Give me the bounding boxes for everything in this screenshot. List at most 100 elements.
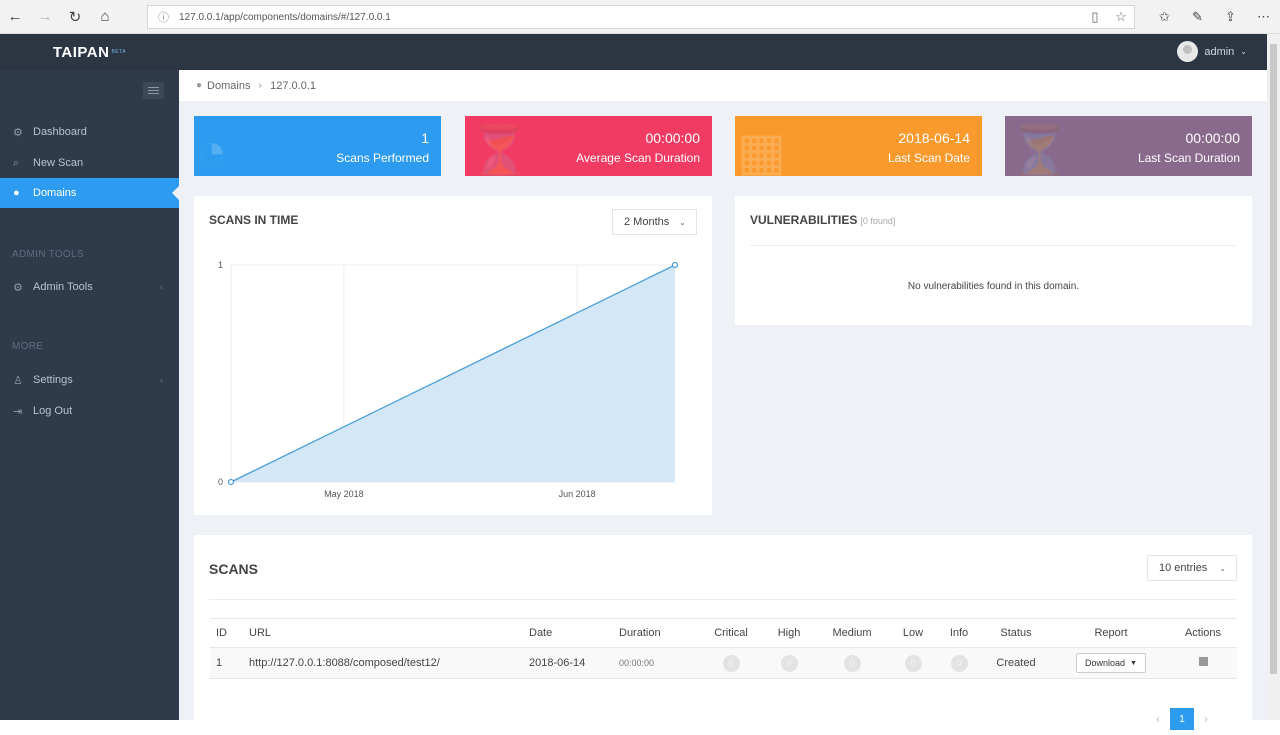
sidebar-item-label: Log Out [33, 405, 73, 417]
cell-info: 0 [939, 647, 979, 679]
gear-icon: ⚙ [13, 281, 23, 294]
cell-medium: 0 [817, 647, 887, 679]
forward-icon[interactable]: → [30, 2, 60, 32]
sidebar-item-settings[interactable]: ♙ Settings ‹ [0, 365, 179, 395]
x-tick-label: Jun 2018 [559, 489, 596, 499]
column-header[interactable]: Info [939, 618, 979, 648]
dashboard-icon: ⚙ [13, 126, 23, 139]
download-report-button[interactable]: Download ▼ [1076, 653, 1146, 673]
sidebar-item-label: Dashboard [33, 126, 87, 138]
column-header[interactable]: Critical [701, 618, 761, 648]
user-menu[interactable]: admin ⌄ [1177, 41, 1247, 62]
breadcrumb: ● Domains › 127.0.0.1 [179, 70, 1267, 101]
y-tick-label: 0 [218, 477, 223, 487]
search-icon: ⌕ [13, 156, 20, 169]
pagination-prev[interactable]: ‹ [1146, 708, 1170, 730]
favorites-icon[interactable]: ✩ [1148, 9, 1181, 25]
refresh-icon[interactable]: ↻ [60, 2, 90, 32]
sidebar-item-log-out[interactable]: ⇥ Log Out [0, 396, 179, 426]
cell-url: http://127.0.0.1:8088/composed/test12/ [243, 647, 523, 679]
stat-card-last-scan-date: ▦ 2018-06-14 Last Scan Date [735, 116, 982, 176]
column-header[interactable]: Medium [817, 618, 887, 648]
sidebar-item-new-scan[interactable]: ⌕ New Scan [0, 148, 179, 178]
scrollbar-thumb[interactable] [1270, 44, 1277, 674]
column-header[interactable]: Actions [1169, 618, 1237, 648]
sidebar-section-admin-tools: ADMIN TOOLS [12, 249, 84, 260]
pagination-page[interactable]: 1 [1170, 708, 1194, 730]
panel-title: VULNERABILITIES [0 found] [750, 213, 895, 227]
pen-icon[interactable]: ✎ [1181, 9, 1214, 25]
divider [750, 245, 1237, 246]
vulnerabilities-count: [0 found] [860, 216, 896, 226]
sidebar-item-domains[interactable]: ● Domains [0, 178, 179, 208]
breadcrumb-domains-link[interactable]: Domains [207, 80, 250, 92]
table-row: 1 http://127.0.0.1:8088/composed/test12/… [210, 647, 1237, 679]
globe-icon: ● [196, 80, 203, 91]
data-point [671, 261, 679, 269]
back-icon[interactable]: ← [0, 2, 30, 32]
hamburger-menu-icon[interactable] [143, 82, 164, 99]
scans-table: ID URL Date Duration Critical High Mediu… [210, 618, 1237, 679]
stat-value: 1 [421, 130, 429, 146]
sidebar-item-label: New Scan [33, 157, 84, 169]
sidebar-item-label: Admin Tools [33, 281, 93, 293]
scans-chart: 0 1 May 2018 Jun 2018 [218, 260, 679, 499]
pagination-next[interactable]: › [1194, 708, 1218, 730]
app-header: TAIPAN BETA admin ⌄ [0, 34, 1267, 70]
breadcrumb-separator: › [258, 79, 263, 92]
avatar [1177, 41, 1199, 62]
column-header[interactable]: High [761, 618, 817, 648]
cell-low: 0 [887, 647, 939, 679]
breadcrumb-current: 127.0.0.1 [270, 79, 316, 92]
calendar-icon: ▦ [737, 123, 787, 176]
main-content: ● Domains › 127.0.0.1 ◔ 1 Scans Performe… [179, 70, 1267, 735]
column-header[interactable]: Report [1053, 618, 1169, 648]
browser-actions: ✩ ✎ ⇪ ⋯ [1148, 0, 1280, 34]
column-header[interactable]: ID [210, 618, 243, 648]
address-url[interactable]: 127.0.0.1/app/components/domains/#/127.0… [179, 12, 1082, 23]
favorite-star-icon[interactable]: ☆ [1108, 9, 1134, 25]
column-header[interactable]: Date [523, 618, 613, 648]
stat-label: Scans Performed [336, 151, 429, 165]
entries-select-value: 10 entries [1159, 562, 1208, 574]
status-badge: Created [979, 647, 1053, 679]
sidebar-item-label: Settings [33, 374, 73, 386]
cell-report: Download ▼ [1053, 647, 1169, 679]
stat-card-last-scan-duration: ⏳ 00:00:00 Last Scan Duration [1005, 116, 1252, 176]
home-icon[interactable]: ⌂ [90, 2, 120, 32]
more-icon[interactable]: ⋯ [1247, 9, 1280, 25]
globe-icon: ● [13, 187, 20, 199]
download-label: Download [1085, 658, 1126, 668]
reading-view-icon[interactable]: ▯ [1082, 9, 1108, 25]
vulnerabilities-panel: VULNERABILITIES [0 found] No vulnerabilit… [735, 196, 1252, 325]
chevron-left-icon: ‹ [160, 375, 163, 385]
chevron-down-icon: ⌄ [1219, 563, 1226, 573]
logout-icon: ⇥ [13, 405, 23, 418]
site-info-icon[interactable]: ⓘ [158, 9, 169, 25]
user-name: admin [1204, 45, 1235, 58]
sidebar-item-admin-tools[interactable]: ⚙ Admin Tools ‹ [0, 272, 179, 302]
cell-high: 0 [761, 647, 817, 679]
sidebar-item-label: Domains [33, 187, 77, 199]
logo-text: TAIPAN [52, 43, 110, 61]
column-header[interactable]: Duration [613, 618, 701, 648]
column-header[interactable]: Status [979, 618, 1053, 648]
column-header[interactable]: Low [887, 618, 939, 648]
entries-select[interactable]: 10 entries ⌄ [1147, 555, 1237, 581]
data-point [227, 478, 235, 486]
severity-badge: 0 [843, 654, 861, 672]
severity-badge: 0 [950, 654, 968, 672]
column-header[interactable]: URL [243, 618, 523, 648]
scans-panel: SCANS 10 entries ⌄ ID URL Date Duration … [194, 535, 1252, 735]
sidebar-item-dashboard[interactable]: ⚙ Dashboard [0, 117, 179, 147]
browser-toolbar: ← → ↻ ⌂ ⓘ 127.0.0.1/app/components/domai… [0, 0, 1280, 34]
page-scrollbar[interactable] [1267, 34, 1280, 720]
cell-actions [1169, 647, 1237, 679]
stop-icon[interactable] [1198, 657, 1208, 666]
sidebar: ⚙ Dashboard ⌕ New Scan ● Domains ADMIN T… [0, 70, 179, 720]
empty-state-text: No vulnerabilities found in this domain. [907, 281, 1080, 292]
share-icon[interactable]: ⇪ [1214, 9, 1247, 25]
caret-down-icon: ▼ [1130, 659, 1137, 667]
address-bar[interactable]: ⓘ 127.0.0.1/app/components/domains/#/127… [147, 5, 1135, 29]
logo[interactable]: TAIPAN BETA [0, 34, 179, 70]
